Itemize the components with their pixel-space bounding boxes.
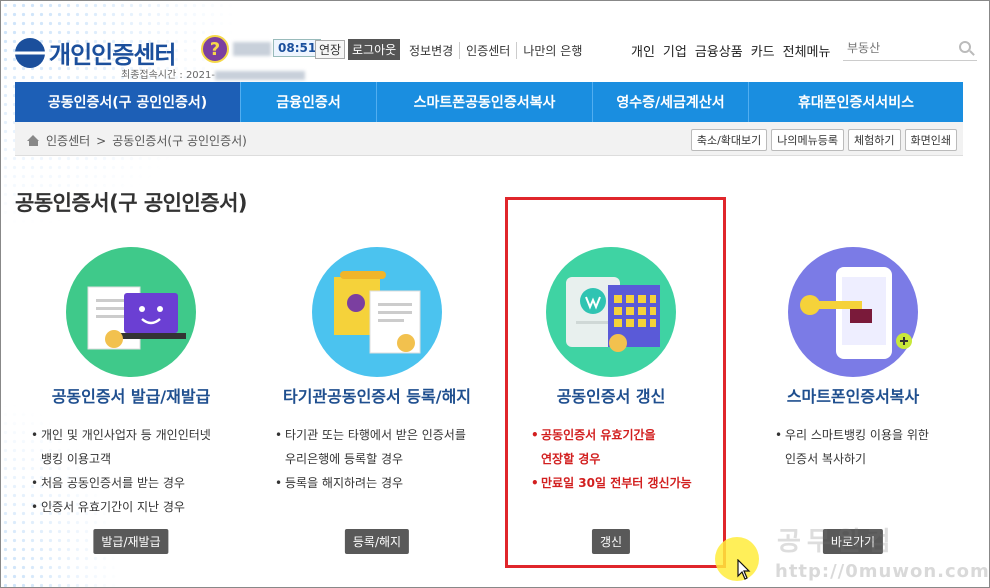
browser-page: 개인인증센터 ? 08:51 연장 로그아웃 정보변경 인증센터 나만의 은행 … bbox=[0, 0, 990, 588]
breadcrumb-separator: > bbox=[96, 133, 107, 148]
card-smartphone-copy: 스마트폰인증서복사 우리 스마트뱅킹 이용을 위한 인증서 복사하기 바로가기 bbox=[733, 237, 973, 557]
last-login: 최종접속시간 : 2021- bbox=[121, 66, 305, 81]
zoom-button[interactable]: 축소/확대보기 bbox=[690, 129, 768, 151]
user-name-blurred bbox=[233, 42, 271, 56]
list-item: 개인 및 개인사업자 등 개인인터넷 bbox=[31, 423, 211, 447]
list-item: 뱅킹 이용고객 bbox=[41, 452, 112, 466]
util-link-cert-center[interactable]: 인증센터 bbox=[459, 42, 516, 59]
gnb-card[interactable]: 카드 bbox=[751, 41, 775, 60]
logo-text: 개인인증센터 bbox=[49, 41, 176, 69]
search-icon[interactable] bbox=[959, 41, 971, 53]
list-item: 처음 공동인증서를 받는 경우 bbox=[31, 471, 211, 495]
logo[interactable]: 개인인증센터 bbox=[15, 35, 176, 70]
logout-button[interactable]: 로그아웃 bbox=[348, 39, 401, 60]
watermark: 공무원컴 bbox=[777, 527, 897, 557]
mouse-cursor-icon bbox=[737, 559, 751, 580]
util-link-my-bank[interactable]: 나만의 은행 bbox=[516, 42, 588, 59]
tab-financial-certificate[interactable]: 금융인증서 bbox=[241, 82, 377, 122]
gnb-products[interactable]: 금융상품 bbox=[695, 41, 743, 60]
certificate-laptop-icon bbox=[66, 247, 196, 377]
list-item: 우리은행에 등록할 경우 bbox=[285, 452, 404, 466]
card-description: 개인 및 개인사업자 등 개인인터넷 뱅킹 이용고객 처음 공동인증서를 받는 … bbox=[31, 423, 211, 519]
register-button[interactable]: 등록/해지 bbox=[344, 529, 410, 554]
list-item: 인증서 유효기간이 지난 경우 bbox=[31, 495, 211, 519]
utility-links: 정보변경 인증센터 나만의 은행 bbox=[409, 42, 588, 59]
list-item: 타기관 또는 타행에서 받은 인증서를 bbox=[275, 423, 466, 447]
extend-session-button[interactable]: 연장 bbox=[315, 40, 346, 59]
card-issue: 공동인증서 발급/재발급 개인 및 개인사업자 등 개인인터넷 뱅킹 이용고객 … bbox=[11, 237, 251, 557]
list-item: 등록을 해지하려는 경우 bbox=[275, 471, 466, 495]
main-nav: 공동인증서(구 공인인증서) 금융인증서 스마트폰공동인증서복사 영수증/세금계… bbox=[15, 82, 963, 122]
print-button[interactable]: 화면인쇄 bbox=[904, 129, 957, 151]
last-login-blurred bbox=[215, 70, 305, 80]
gnb-business[interactable]: 기업 bbox=[663, 41, 687, 60]
bank-logo-icon bbox=[15, 37, 45, 68]
util-link-profile[interactable]: 정보변경 bbox=[409, 42, 459, 59]
tab-receipt-tax[interactable]: 영수증/세금계산서 bbox=[593, 82, 749, 122]
page-title: 공동인증서(구 공인인증서) bbox=[15, 191, 248, 215]
smartphone-key-icon bbox=[788, 247, 918, 377]
home-icon[interactable] bbox=[27, 135, 40, 146]
search-box bbox=[843, 37, 977, 61]
breadcrumb-home[interactable]: 인증센터 bbox=[46, 132, 90, 149]
watermark-url: http://0muwon.com bbox=[775, 561, 990, 582]
card-title: 공동인증서 발급/재발급 bbox=[51, 387, 211, 406]
gnb-all-menu[interactable]: 전체메뉴 bbox=[783, 41, 831, 60]
search-input[interactable] bbox=[843, 38, 943, 58]
highlight-box bbox=[505, 197, 726, 568]
gnb-personal[interactable]: 개인 bbox=[631, 41, 655, 60]
global-nav: 개인 기업 금융상품 카드 전체메뉴 bbox=[631, 41, 830, 60]
session-timer: 08:51 bbox=[273, 39, 322, 57]
tab-joint-certificate[interactable]: 공동인증서(구 공인인증서) bbox=[15, 82, 241, 122]
card-register: 타기관공동인증서 등록/해지 타기관 또는 타행에서 받은 인증서를 우리은행에… bbox=[257, 237, 497, 557]
help-icon[interactable]: ? bbox=[201, 35, 229, 63]
card-title: 스마트폰인증서복사 bbox=[786, 387, 920, 406]
last-login-label: 최종접속시간 : bbox=[121, 70, 183, 81]
top-bar: 개인인증센터 ? 08:51 연장 로그아웃 정보변경 인증센터 나만의 은행 … bbox=[15, 35, 977, 81]
card-description: 타기관 또는 타행에서 받은 인증서를 우리은행에 등록할 경우 등록을 해지하… bbox=[275, 423, 466, 495]
breadcrumb: 인증센터 > 공동인증서(구 공인인증서) bbox=[27, 132, 247, 149]
try-demo-button[interactable]: 체험하기 bbox=[848, 129, 901, 151]
card-title: 타기관공동인증서 등록/해지 bbox=[282, 387, 472, 406]
breadcrumb-current: 공동인증서(구 공인인증서) bbox=[112, 134, 247, 148]
add-my-menu-button[interactable]: 나의메뉴등록 bbox=[771, 129, 845, 151]
list-item: 인증서 복사하기 bbox=[785, 452, 867, 466]
tab-smartphone-copy[interactable]: 스마트폰공동인증서복사 bbox=[377, 82, 593, 122]
breadcrumb-bar: 인증센터 > 공동인증서(구 공인인증서) 축소/확대보기 나의메뉴등록 체험하… bbox=[15, 122, 963, 156]
last-login-value: 2021- bbox=[185, 70, 215, 81]
list-item: 우리 스마트뱅킹 이용을 위한 bbox=[775, 423, 929, 447]
tab-mobile-cert[interactable]: 휴대폰인증서서비스 bbox=[749, 82, 963, 122]
issue-button[interactable]: 발급/재발급 bbox=[93, 529, 169, 554]
card-description: 우리 스마트뱅킹 이용을 위한 인증서 복사하기 bbox=[775, 423, 929, 471]
certificate-scroll-icon bbox=[312, 247, 442, 377]
page-tools: 축소/확대보기 나의메뉴등록 체험하기 화면인쇄 bbox=[690, 129, 957, 151]
